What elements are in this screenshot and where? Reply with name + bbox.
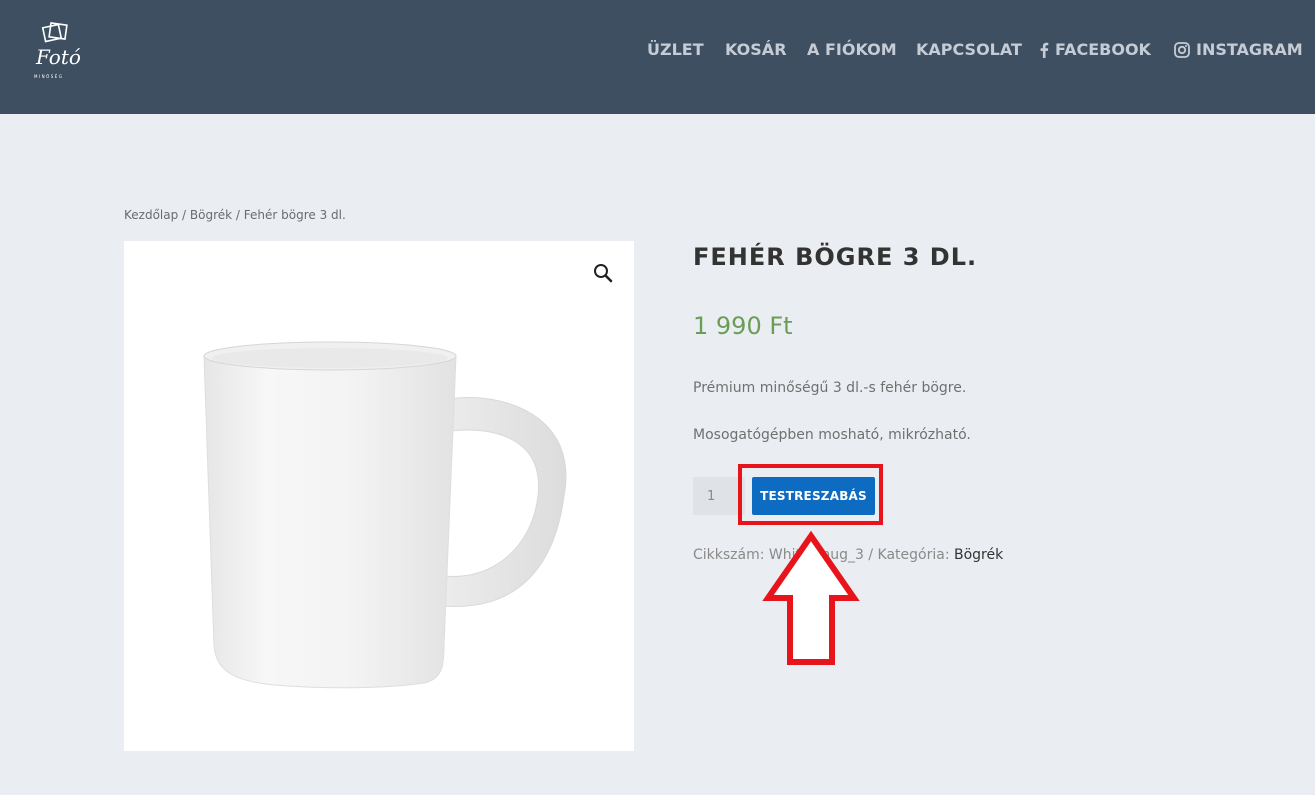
customize-button[interactable]: TESTRESZABÁS — [752, 477, 875, 515]
nav-item-kosar[interactable]: KOSÁR — [725, 40, 787, 59]
up-arrow-annotation — [762, 530, 860, 668]
nav-item-uzlet[interactable]: ÜZLET — [647, 40, 704, 59]
product-description-line-2: Mosogatógépben mosható, mikrózható. — [693, 427, 971, 443]
nav-item-kapcsolat[interactable]: KAPCSOLAT — [916, 40, 1022, 59]
nav-item-facebook-label: FACEBOOK — [1055, 40, 1151, 59]
magnifier-icon[interactable] — [592, 262, 614, 284]
facebook-icon — [1039, 42, 1049, 58]
breadcrumb-category[interactable]: Bögrék — [190, 208, 232, 222]
breadcrumb-separator: / — [178, 208, 190, 222]
site-header: Fotó MINŐSÉG ÜZLET KOSÁR A FIÓKOM KAPCSO… — [0, 0, 1315, 114]
breadcrumb-current: Fehér bögre 3 dl. — [243, 208, 346, 222]
product-image-mug — [203, 341, 567, 689]
breadcrumb-separator: / — [232, 208, 244, 222]
breadcrumb-home[interactable]: Kezdőlap — [124, 208, 178, 222]
main-nav: ÜZLET KOSÁR A FIÓKOM KAPCSOLAT FACEBOOK … — [0, 40, 1315, 64]
product-image-gallery[interactable] — [124, 241, 634, 751]
nav-item-facebook[interactable]: FACEBOOK — [1039, 40, 1151, 59]
product-meta-category-link[interactable]: Bögrék — [954, 547, 1003, 563]
breadcrumb: Kezdőlap / Bögrék / Fehér bögre 3 dl. — [124, 208, 346, 222]
quantity-input[interactable] — [693, 477, 745, 515]
logo-subtitle: MINŐSÉG — [34, 74, 64, 79]
nav-item-instagram-label: INSTAGRAM — [1196, 40, 1303, 59]
product-description-line-1: Prémium minőségű 3 dl.-s fehér bögre. — [693, 380, 967, 396]
product-price: 1 990 Ft — [693, 312, 793, 340]
nav-item-instagram[interactable]: INSTAGRAM — [1174, 40, 1303, 59]
nav-item-fiokom[interactable]: A FIÓKOM — [807, 40, 897, 59]
product-title: FEHÉR BÖGRE 3 DL. — [693, 243, 978, 271]
instagram-icon — [1174, 41, 1190, 58]
